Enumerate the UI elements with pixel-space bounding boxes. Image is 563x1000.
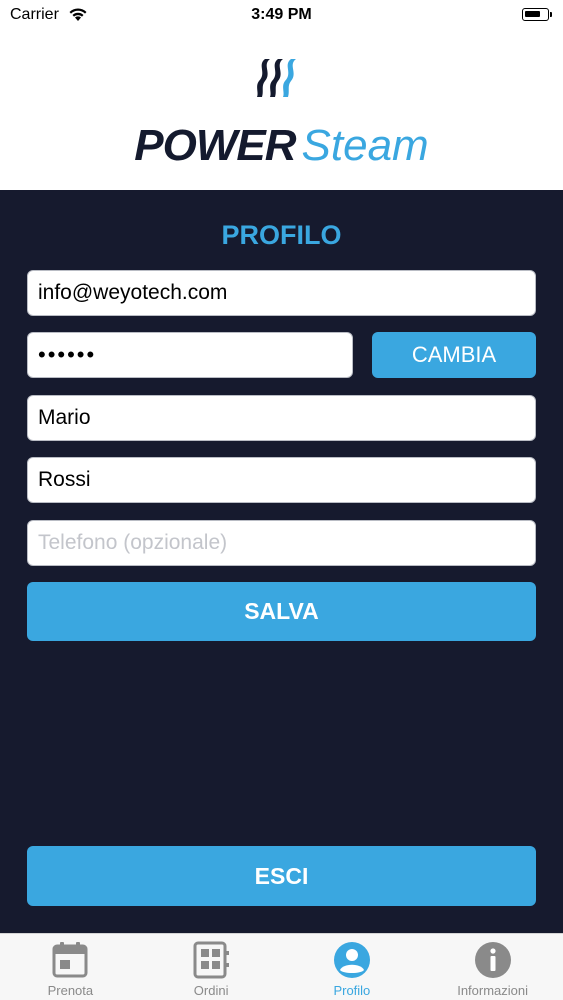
tab-bar: Prenota Ordini Profilo Informazioni (0, 933, 563, 1000)
logo-word-power: POWER (134, 121, 296, 170)
phone-field[interactable]: Telefono (opzionale) (27, 520, 536, 566)
last-name-field[interactable]: Rossi (27, 457, 536, 503)
tab-label: Profilo (333, 983, 371, 998)
calendar-icon (52, 942, 88, 978)
logo-word-steam: Steam (301, 121, 429, 170)
info-icon (474, 942, 511, 978)
tab-label: Informazioni (457, 983, 529, 998)
tab-profilo[interactable]: Profilo (282, 934, 423, 1000)
tab-prenota[interactable]: Prenota (0, 934, 141, 1000)
status-bar: Carrier 3:49 PM (0, 0, 563, 30)
tab-informazioni[interactable]: Informazioni (422, 934, 563, 1000)
save-button[interactable]: SALVA (27, 582, 536, 641)
first-name-field[interactable]: Mario (27, 395, 536, 441)
status-time: 3:49 PM (251, 6, 312, 23)
battery-icon (522, 8, 552, 21)
change-password-button[interactable]: CAMBIA (372, 332, 536, 378)
app-logo: POWER Steam (0, 120, 563, 172)
tab-label: Ordini (193, 983, 229, 998)
password-field[interactable]: •••••• (27, 332, 353, 378)
tab-ordini[interactable]: Ordini (141, 934, 282, 1000)
logout-button[interactable]: ESCI (27, 846, 536, 906)
orders-icon (193, 941, 230, 979)
tab-label: Prenota (47, 983, 94, 998)
page-title: PROFILO (221, 220, 342, 250)
user-icon (333, 942, 370, 978)
profile-panel: PROFILO info@weyotech.com •••••• CAMBIA … (0, 190, 563, 933)
email-field[interactable]: info@weyotech.com (27, 270, 536, 316)
steam-logo-icon (257, 59, 296, 97)
